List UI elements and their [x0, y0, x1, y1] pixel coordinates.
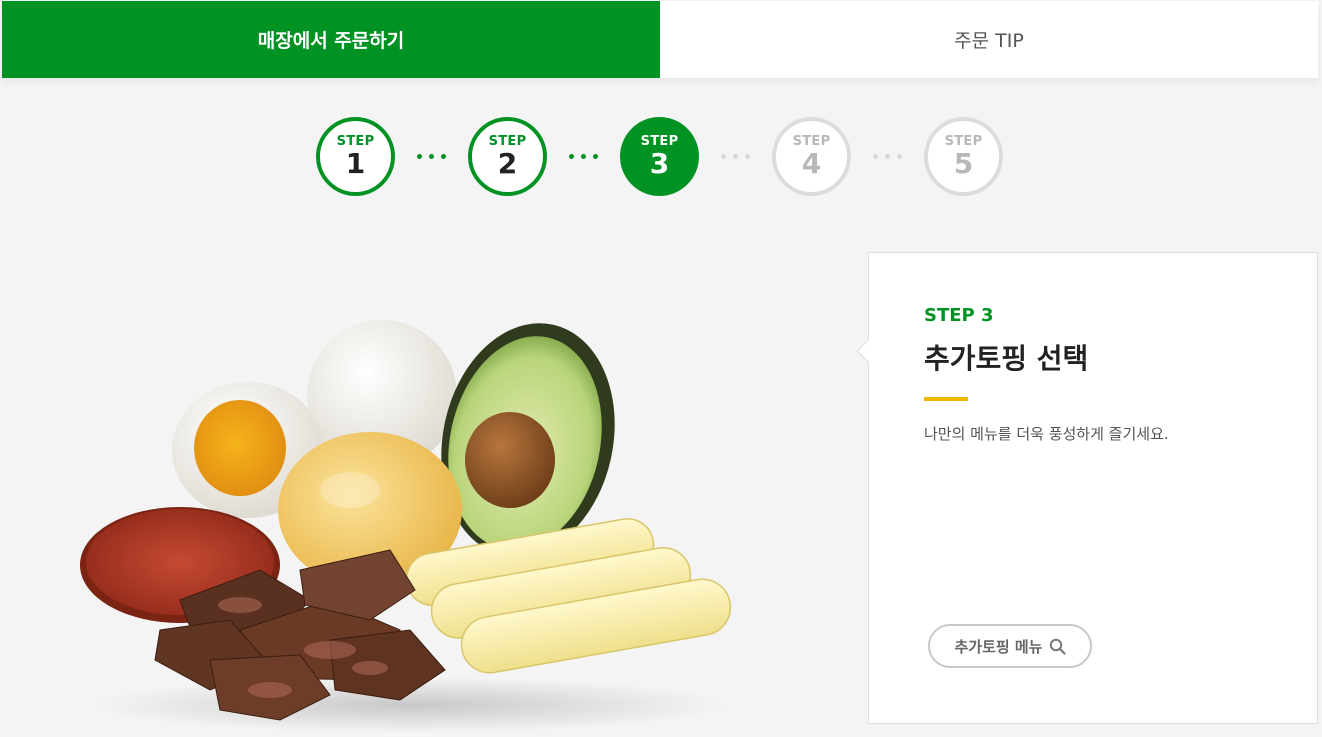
step-number: 3 — [649, 146, 670, 180]
toppings-image — [80, 320, 732, 733]
step-5[interactable]: STEP 5 — [924, 117, 1003, 196]
topping-menu-button[interactable]: 추가토핑 메뉴 — [928, 624, 1092, 668]
card-title: 추가토핑 선택 — [924, 342, 1089, 375]
step-number: 1 — [345, 146, 366, 180]
step-number: 2 — [497, 146, 518, 180]
step-2[interactable]: STEP 2 — [468, 117, 547, 196]
order-tabs: 매장에서 주문하기 주문 TIP — [2, 1, 1318, 78]
search-icon — [1049, 638, 1066, 655]
card-description: 나만의 메뉴를 더욱 풍성하게 즐기세요. — [924, 425, 1169, 443]
step-connector — [851, 154, 924, 159]
topping-menu-label: 추가토핑 메뉴 — [954, 637, 1043, 656]
tab-order-in-store[interactable]: 매장에서 주문하기 — [2, 1, 660, 78]
tab-order-tip[interactable]: 주문 TIP — [660, 1, 1318, 78]
card-pointer — [856, 339, 880, 363]
step-1[interactable]: STEP 1 — [316, 117, 395, 196]
step-number: 4 — [801, 146, 822, 180]
step-indicator: STEP 1 STEP 2 STEP 3 STEP 4 STEP 5 — [316, 117, 1003, 196]
step-number: 5 — [953, 146, 974, 180]
step-3[interactable]: STEP 3 — [620, 117, 699, 196]
step-info-card: STEP 3 추가토핑 선택 나만의 메뉴를 더욱 풍성하게 즐기세요. 추가토… — [856, 252, 1318, 724]
title-underline — [924, 397, 968, 401]
card-step-tag: STEP 3 — [924, 305, 994, 326]
step-connector — [699, 154, 772, 159]
step-connector — [395, 154, 468, 159]
step-4[interactable]: STEP 4 — [772, 117, 851, 196]
step-connector — [547, 154, 620, 159]
